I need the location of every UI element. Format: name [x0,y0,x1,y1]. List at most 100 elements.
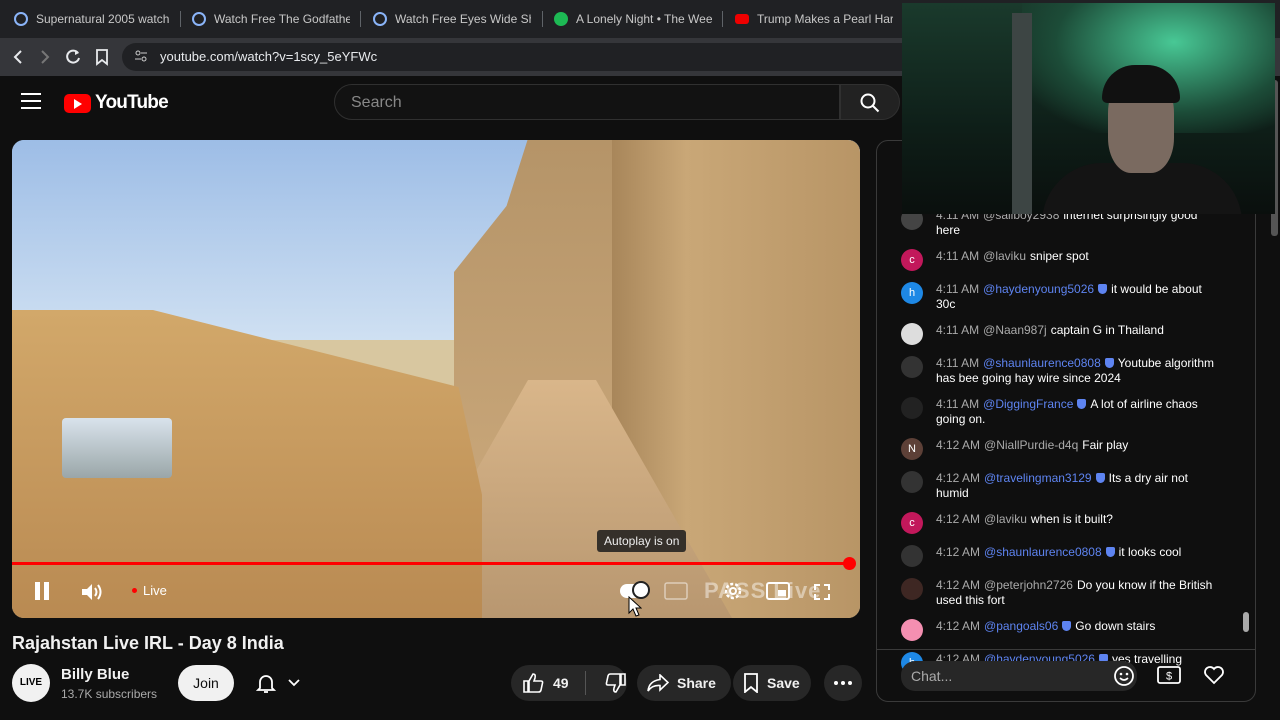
search-button[interactable] [840,84,900,120]
video-player[interactable] [12,140,860,618]
chat-timestamp: 4:11 AM [936,282,980,296]
settings-gear-icon[interactable] [722,580,744,607]
chat-message[interactable]: 4:11 AM @Naan987j captain G in Thailand [901,323,1241,345]
chat-author[interactable]: @peterjohn2726 [984,578,1073,592]
like-button[interactable]: 49 [523,673,569,693]
globe-rings-icon [192,12,206,26]
chat-author[interactable]: @shaunlaurence0808 [984,545,1102,559]
emoji-icon[interactable] [1112,665,1136,687]
chat-author[interactable]: @pangoals06 [984,619,1058,633]
chat-timestamp: 4:12 AM [936,512,981,526]
chat-text: when is it built? [1030,512,1113,526]
chat-timestamp: 4:12 AM [936,438,981,452]
tab-divider [180,11,181,27]
tab-label: A Lonely Night • The Week [576,12,712,26]
chat-avatar[interactable] [901,545,923,567]
save-button[interactable]: Save [733,665,811,701]
chat-avatar[interactable] [901,323,923,345]
tab-label: Watch Free The Godfather [214,12,350,26]
volume-icon[interactable] [80,582,104,602]
youtube-logo[interactable]: YouTube [64,92,169,114]
member-badge-icon [1062,621,1072,631]
pause-icon[interactable] [34,582,50,600]
share-button[interactable]: Share [637,665,731,701]
live-label: Live [143,583,167,598]
channel-name[interactable]: Billy Blue [61,666,129,683]
spotify-icon [554,12,568,26]
svg-text:$: $ [1166,671,1172,683]
chat-message[interactable]: h 4:11 AM @haydenyoung5026 it would be abou… [901,282,1241,312]
live-badge[interactable]: Live [132,583,167,598]
progress-bar[interactable] [12,562,848,565]
hamburger-menu-icon[interactable] [21,93,41,109]
browser-tab[interactable]: Trump Makes a Pearl Harb [735,8,893,30]
chat-avatar[interactable]: h [901,282,923,304]
back-arrow-icon[interactable] [8,47,28,67]
tab-label: Trump Makes a Pearl Harb [757,12,893,26]
browser-tab[interactable]: A Lonely Night • The Week [554,8,712,30]
chat-author[interactable]: @laviku [984,512,1027,526]
chat-divider [877,649,1255,650]
chat-avatar[interactable]: c [901,249,923,271]
forward-arrow-icon[interactable] [35,47,55,67]
chat-message[interactable]: 4:11 AM @DiggingFrance A lot of airline ch… [901,397,1241,427]
channel-avatar[interactable]: LIVE [12,664,50,702]
chat-message[interactable]: 4:12 AM @travelingman3129 Its a dry air no… [901,471,1241,501]
chat-author[interactable]: @NiallPurdie-d4q [984,438,1078,452]
progress-scrubber[interactable] [843,557,856,570]
chat-input[interactable] [901,661,1137,691]
chat-author[interactable]: @shaunlaurence0808 [983,356,1101,370]
chat-avatar[interactable]: N [901,438,923,460]
chat-avatar[interactable] [901,578,923,600]
more-actions-button[interactable] [824,665,862,701]
join-button[interactable]: Join [178,665,234,701]
like-count: 49 [553,675,569,691]
autoplay-tooltip: Autoplay is on [597,530,687,552]
dislike-button[interactable] [604,673,626,693]
chat-author[interactable]: @haydenyoung5026 [983,282,1094,296]
subtitles-icon[interactable] [662,578,690,604]
subscriber-count: 13.7K subscribers [61,687,158,701]
site-settings-icon[interactable] [134,49,148,63]
heart-icon[interactable] [1202,665,1226,687]
chat-author[interactable]: @laviku [983,249,1026,263]
browser-tab[interactable]: Supernatural 2005 watch fr [14,8,170,30]
url-text[interactable]: youtube.com/watch?v=1scy_5eYFWc [160,49,377,64]
browser-tab[interactable]: Watch Free Eyes Wide Shut [373,8,531,30]
chat-message[interactable]: 4:12 AM @shaunlaurence0808 it looks cool [901,545,1241,567]
chat-avatar[interactable] [901,619,923,641]
chat-text: sniper spot [1030,249,1089,263]
chat-timestamp: 4:12 AM [936,578,981,592]
chat-message-body: 4:11 AM @laviku sniper spot [936,249,1222,271]
chat-message[interactable]: 4:12 AM @pangoals06 Go down stairs [901,619,1241,641]
chat-avatar[interactable] [901,471,923,493]
chat-message[interactable]: 4:11 AM @shaunlaurence0808 Youtube algorit… [901,356,1241,386]
fullscreen-icon[interactable] [812,582,832,607]
chat-author[interactable]: @Naan987j [983,323,1047,337]
miniplayer-icon[interactable] [766,582,790,605]
chat-message[interactable]: N 4:12 AM @NiallPurdie-d4q Fair play [901,438,1241,460]
chat-message[interactable]: c 4:12 AM @laviku when is it built? [901,512,1241,534]
search-input[interactable] [349,93,823,113]
chat-message[interactable]: 4:12 AM @peterjohn2726 Do you know if the … [901,578,1241,608]
mouse-cursor-icon [628,595,643,623]
chat-avatar[interactable] [901,397,923,419]
chat-avatar[interactable] [901,356,923,378]
save-bookmark-icon [744,673,758,693]
bookmark-icon[interactable] [92,47,112,67]
chat-message[interactable]: c 4:11 AM @laviku sniper spot [901,249,1241,271]
reload-icon[interactable] [63,47,83,67]
chat-message-body: 4:11 AM @haydenyoung5026 it would be about… [936,282,1222,312]
super-chat-icon[interactable]: $ [1157,665,1181,687]
chat-author[interactable]: @travelingman3129 [984,471,1092,485]
chat-avatar[interactable]: c [901,512,923,534]
globe-rings-icon [14,12,28,26]
notification-button[interactable] [246,665,310,701]
thumbs-up-icon [523,673,544,693]
chat-author[interactable]: @DiggingFrance [983,397,1073,411]
chat-timestamp: 4:12 AM [936,471,981,485]
chat-scrollbar[interactable] [1243,612,1249,632]
chat-message-list[interactable]: 4:11 AM @sailboy2938 internet surprisingly… [901,208,1241,685]
chat-message-body: 4:12 AM @shaunlaurence0808 it looks cool [936,545,1222,567]
browser-tab[interactable]: Watch Free The Godfather [192,8,350,30]
